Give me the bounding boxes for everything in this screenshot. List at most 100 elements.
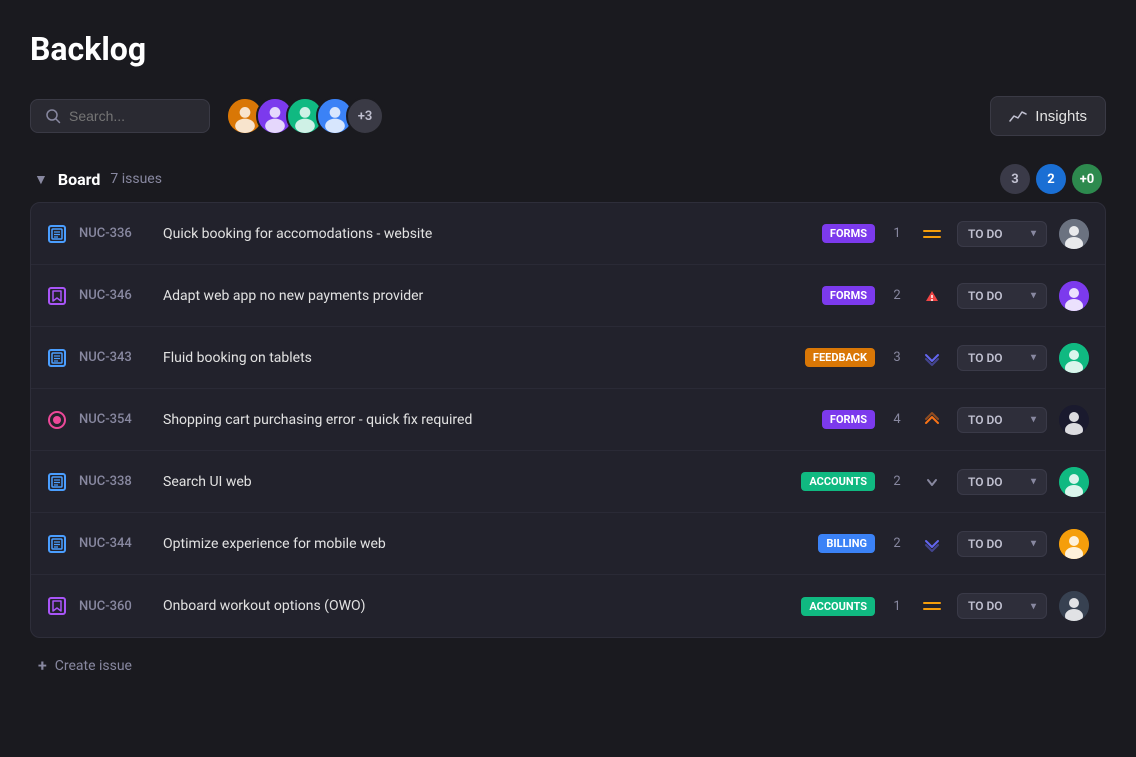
issue-type-icon bbox=[47, 596, 67, 616]
table-row[interactable]: NUC-360 Onboard workout options (OWO) AC… bbox=[31, 575, 1105, 637]
insights-button[interactable]: Insights bbox=[990, 96, 1106, 136]
board-collapse-icon[interactable]: ▼ bbox=[34, 171, 48, 188]
story-icon bbox=[48, 473, 66, 491]
issue-number: 1 bbox=[887, 226, 907, 241]
page-title: Backlog bbox=[30, 30, 1106, 68]
status-badge[interactable]: TO DO ▾ bbox=[957, 407, 1047, 433]
status-badge[interactable]: TO DO ▾ bbox=[957, 345, 1047, 371]
search-input[interactable] bbox=[69, 108, 195, 124]
assignee-avatar[interactable] bbox=[1059, 281, 1089, 311]
issue-type-icon bbox=[47, 348, 67, 368]
status-badge[interactable]: TO DO ▾ bbox=[957, 283, 1047, 309]
bookmark-icon bbox=[48, 287, 66, 305]
assignee-avatar[interactable] bbox=[1059, 467, 1089, 497]
status-badge[interactable]: TO DO ▾ bbox=[957, 469, 1047, 495]
issues-table: NUC-336 Quick booking for accomodations … bbox=[30, 202, 1106, 638]
chevron-down-icon: ▾ bbox=[1031, 476, 1036, 487]
issue-tag[interactable]: FORMS bbox=[822, 410, 875, 429]
assignee-avatar[interactable] bbox=[1059, 529, 1089, 559]
priority-icon[interactable] bbox=[919, 531, 945, 557]
table-row[interactable]: NUC-354 Shopping cart purchasing error -… bbox=[31, 389, 1105, 451]
circle-icon bbox=[48, 411, 66, 429]
priority-icon[interactable] bbox=[919, 283, 945, 309]
priority-icon[interactable] bbox=[919, 469, 945, 495]
status-label: TO DO bbox=[968, 351, 1003, 365]
story-icon bbox=[48, 225, 66, 243]
table-row[interactable]: NUC-344 Optimize experience for mobile w… bbox=[31, 513, 1105, 575]
insights-icon bbox=[1009, 107, 1027, 125]
plus-icon: + bbox=[38, 656, 47, 675]
issue-type-icon bbox=[47, 224, 67, 244]
table-row[interactable]: NUC-338 Search UI web ACCOUNTS 2 TO DO ▾ bbox=[31, 451, 1105, 513]
issue-tag[interactable]: FEEDBACK bbox=[805, 348, 875, 367]
issue-number: 2 bbox=[887, 536, 907, 551]
board-header: ▼ Board 7 issues 3 2 +0 bbox=[30, 164, 1106, 194]
issue-id: NUC-360 bbox=[79, 599, 151, 614]
issue-title: Search UI web bbox=[163, 474, 789, 490]
table-row[interactable]: NUC-343 Fluid booking on tablets FEEDBAC… bbox=[31, 327, 1105, 389]
issue-title: Onboard workout options (OWO) bbox=[163, 598, 789, 614]
issue-id: NUC-338 bbox=[79, 474, 151, 489]
avatars-group: +3 bbox=[226, 97, 384, 135]
search-box[interactable] bbox=[30, 99, 210, 133]
create-issue-row[interactable]: + Create issue bbox=[30, 638, 1106, 675]
priority-icon[interactable] bbox=[919, 593, 945, 619]
chevron-down-icon: ▾ bbox=[1031, 352, 1036, 363]
avatar-extra-count[interactable]: +3 bbox=[346, 97, 384, 135]
assignee-avatar[interactable] bbox=[1059, 405, 1089, 435]
board-label: Board bbox=[58, 170, 101, 189]
search-icon bbox=[45, 108, 61, 124]
issue-type-icon bbox=[47, 286, 67, 306]
story-icon bbox=[48, 535, 66, 553]
issue-type-icon bbox=[47, 534, 67, 554]
assignee-avatar[interactable] bbox=[1059, 591, 1089, 621]
chevron-down-icon: ▾ bbox=[1031, 290, 1036, 301]
issue-tag[interactable]: FORMS bbox=[822, 286, 875, 305]
issue-id: NUC-336 bbox=[79, 226, 151, 241]
toolbar-left: +3 bbox=[30, 97, 384, 135]
chevron-down-icon: ▾ bbox=[1031, 228, 1036, 239]
issue-tag[interactable]: ACCOUNTS bbox=[801, 472, 875, 491]
issue-title: Adapt web app no new payments provider bbox=[163, 288, 810, 304]
issue-tag[interactable]: ACCOUNTS bbox=[801, 597, 875, 616]
issue-number: 3 bbox=[887, 350, 907, 365]
issue-title: Shopping cart purchasing error - quick f… bbox=[163, 412, 810, 428]
badge-gray: 3 bbox=[1000, 164, 1030, 194]
toolbar: +3 Insights bbox=[30, 96, 1106, 136]
issue-id: NUC-346 bbox=[79, 288, 151, 303]
table-row[interactable]: NUC-336 Quick booking for accomodations … bbox=[31, 203, 1105, 265]
status-badge[interactable]: TO DO ▾ bbox=[957, 221, 1047, 247]
issue-title: Fluid booking on tablets bbox=[163, 350, 793, 366]
issue-title: Optimize experience for mobile web bbox=[163, 536, 806, 552]
priority-icon[interactable] bbox=[919, 345, 945, 371]
issue-id: NUC-344 bbox=[79, 536, 151, 551]
status-badge[interactable]: TO DO ▾ bbox=[957, 593, 1047, 619]
story-icon bbox=[48, 349, 66, 367]
priority-icon[interactable] bbox=[919, 221, 945, 247]
issue-tag[interactable]: FORMS bbox=[822, 224, 875, 243]
issue-id: NUC-343 bbox=[79, 350, 151, 365]
status-label: TO DO bbox=[968, 475, 1003, 489]
create-issue-label: Create issue bbox=[55, 658, 132, 674]
chevron-down-icon: ▾ bbox=[1031, 414, 1036, 425]
chevron-down-icon: ▾ bbox=[1031, 601, 1036, 612]
issue-number: 2 bbox=[887, 474, 907, 489]
issue-number: 2 bbox=[887, 288, 907, 303]
status-badge[interactable]: TO DO ▾ bbox=[957, 531, 1047, 557]
issue-number: 4 bbox=[887, 412, 907, 427]
issue-id: NUC-354 bbox=[79, 412, 151, 427]
assignee-avatar[interactable] bbox=[1059, 219, 1089, 249]
insights-label: Insights bbox=[1035, 108, 1087, 125]
priority-icon[interactable] bbox=[919, 407, 945, 433]
issue-tag[interactable]: BILLING bbox=[818, 534, 875, 553]
assignee-avatar[interactable] bbox=[1059, 343, 1089, 373]
status-label: TO DO bbox=[968, 227, 1003, 241]
status-label: TO DO bbox=[968, 289, 1003, 303]
table-row[interactable]: NUC-346 Adapt web app no new payments pr… bbox=[31, 265, 1105, 327]
issue-number: 1 bbox=[887, 599, 907, 614]
board-count: 7 issues bbox=[110, 171, 162, 187]
badge-blue: 2 bbox=[1036, 164, 1066, 194]
status-label: TO DO bbox=[968, 537, 1003, 551]
issue-type-icon bbox=[47, 410, 67, 430]
issue-type-icon bbox=[47, 472, 67, 492]
